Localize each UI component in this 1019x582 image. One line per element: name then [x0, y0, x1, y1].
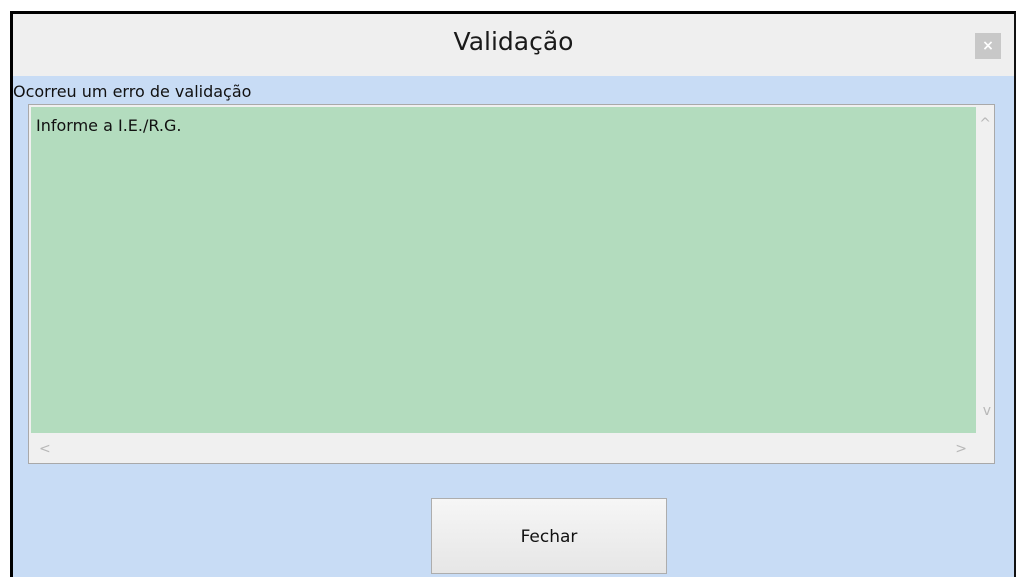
error-label: Ocorreu um erro de validação — [13, 82, 252, 101]
close-window-button[interactable]: × — [975, 33, 1001, 59]
scroll-down-icon[interactable]: v — [983, 404, 991, 418]
horizontal-scrollbar[interactable]: < > — [29, 435, 977, 463]
scroll-left-icon[interactable]: < — [39, 442, 51, 456]
scroll-up-icon[interactable]: ^ — [979, 117, 991, 131]
scroll-right-icon[interactable]: > — [955, 442, 967, 456]
vertical-scrollbar[interactable]: ^ v — [976, 105, 994, 435]
error-message-box: Informe a I.E./R.G. ^ v < > — [28, 104, 995, 464]
validation-dialog: Validação × Ocorreu um erro de validação… — [10, 11, 1016, 577]
fechar-button[interactable]: Fechar — [431, 498, 667, 574]
error-message-text[interactable]: Informe a I.E./R.G. — [31, 107, 977, 433]
dialog-title: Validação — [453, 27, 574, 56]
close-icon: × — [982, 38, 994, 54]
title-bar: Validação × — [13, 14, 1014, 76]
